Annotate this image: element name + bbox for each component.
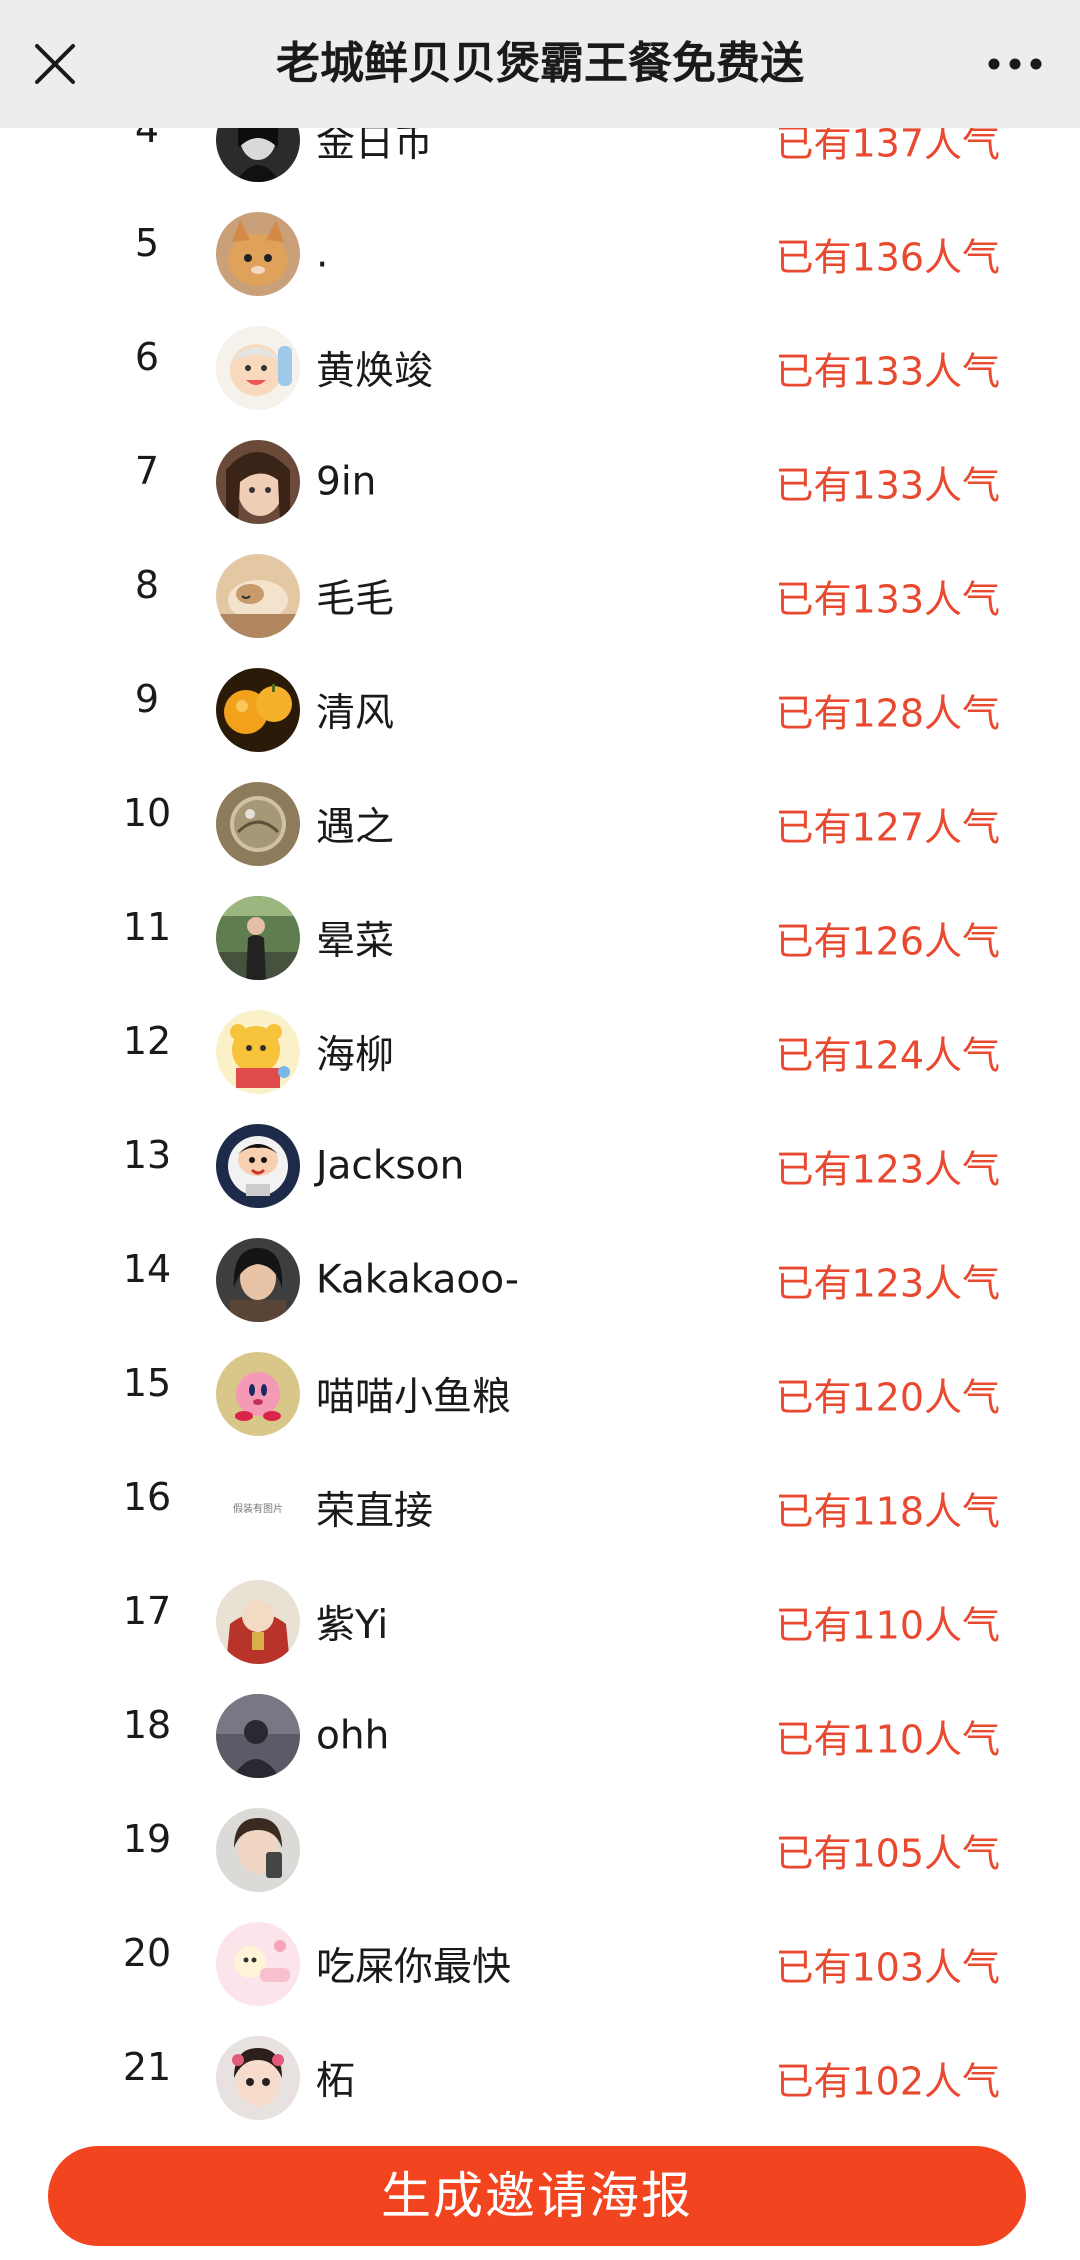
user-name: 清风 bbox=[316, 691, 395, 736]
more-icon bbox=[988, 58, 1042, 70]
popularity-count: 已有123人气 bbox=[775, 1147, 1000, 1192]
popularity-count: 已有133人气 bbox=[775, 577, 1000, 622]
ranking-row[interactable]: 18 ohh 已有110人气 bbox=[0, 1679, 1080, 1793]
ranking-row[interactable]: 9 清风 已有128人气 bbox=[0, 653, 1080, 767]
rank-number: 13 bbox=[122, 1133, 172, 1177]
rank-number: 5 bbox=[134, 221, 160, 265]
rank-number: 20 bbox=[122, 1931, 172, 1975]
popularity-count: 已有133人气 bbox=[775, 349, 1000, 394]
silhouette-avatar[interactable] bbox=[216, 1694, 300, 1778]
woman-avatar[interactable] bbox=[216, 1238, 300, 1322]
popularity-count: 已有110人气 bbox=[775, 1603, 1000, 1648]
popularity-count: 已有123人气 bbox=[775, 1261, 1000, 1306]
rank-number: 19 bbox=[122, 1817, 172, 1861]
popularity-count: 已有124人气 bbox=[775, 1033, 1000, 1078]
popularity-count: 已有110人气 bbox=[775, 1717, 1000, 1762]
outdoor-person-avatar[interactable] bbox=[216, 896, 300, 980]
rank-number: 9 bbox=[134, 677, 160, 721]
user-name: 荣直接 bbox=[316, 1489, 434, 1534]
user-name: 柘 bbox=[316, 2059, 356, 2104]
placeholder-avatar[interactable]: 假装有图片 bbox=[216, 1466, 300, 1550]
rank-number: 8 bbox=[134, 563, 160, 607]
page-title: 老城鲜贝贝煲霸王餐免费送 bbox=[276, 38, 804, 89]
rank-number: 18 bbox=[122, 1703, 172, 1747]
user-name: 海柳 bbox=[316, 1033, 395, 1078]
rank-number: 16 bbox=[122, 1475, 172, 1519]
navbar: 老城鲜贝贝煲霸王餐免费送 bbox=[0, 0, 1080, 128]
rank-number: 17 bbox=[122, 1589, 172, 1633]
ranking-row[interactable]: 21 柘 已有102人气 bbox=[0, 2021, 1080, 2135]
selfie-avatar[interactable] bbox=[216, 1808, 300, 1892]
ranking-row[interactable]: 5. 已有136人气 bbox=[0, 197, 1080, 311]
anime-character-avatar[interactable] bbox=[216, 1580, 300, 1664]
ranking-row[interactable]: 12 海柳 已有124人气 bbox=[0, 995, 1080, 1109]
user-name: 毛毛 bbox=[316, 577, 395, 622]
cat-sleeping-avatar[interactable] bbox=[216, 554, 300, 638]
user-name: 遇之 bbox=[316, 805, 395, 850]
rank-number: 11 bbox=[122, 905, 172, 949]
cartoon-bear-avatar[interactable] bbox=[216, 1010, 300, 1094]
popularity-count: 已有118人气 bbox=[775, 1489, 1000, 1534]
user-name: 吃屎你最快 bbox=[316, 1945, 512, 1990]
popularity-count: 已有128人气 bbox=[775, 691, 1000, 736]
ranking-row[interactable]: 17 紫Yi 已有110人气 bbox=[0, 1565, 1080, 1679]
popularity-count: 已有136人气 bbox=[775, 235, 1000, 280]
ranking-row[interactable]: 16 假装有图片 荣直接 已有118人气 bbox=[0, 1451, 1080, 1565]
popularity-count: 已有133人气 bbox=[775, 463, 1000, 508]
popularity-count: 已有126人气 bbox=[775, 919, 1000, 964]
rank-number: 21 bbox=[122, 2045, 172, 2089]
glass-ball-avatar[interactable] bbox=[216, 782, 300, 866]
ranking-row[interactable]: 8 毛毛 已有133人气 bbox=[0, 539, 1080, 653]
popularity-count: 已有120人气 bbox=[775, 1375, 1000, 1420]
rank-number: 14 bbox=[122, 1247, 172, 1291]
ranking-row[interactable]: 15 喵喵小鱼粮 已有120人气 bbox=[0, 1337, 1080, 1451]
ranking-row[interactable]: 11 晕菜 已有126人气 bbox=[0, 881, 1080, 995]
girl-avatar[interactable] bbox=[216, 440, 300, 524]
ranking-row[interactable]: 19 已有105人气 bbox=[0, 1793, 1080, 1907]
more-button[interactable] bbox=[970, 24, 1060, 104]
rank-number: 15 bbox=[122, 1361, 172, 1405]
ranking-row[interactable]: 10 遇之 已有127人气 bbox=[0, 767, 1080, 881]
close-icon bbox=[35, 44, 75, 84]
popularity-count: 已有102人气 bbox=[775, 2059, 1000, 2104]
rank-number: 10 bbox=[122, 791, 172, 835]
page: 4 金日币 已有137人气 5. 已有136人气 6 黄焕竣 已有133人气 7 9in 已有133… bbox=[0, 0, 1080, 2260]
cartoon-astronaut-avatar[interactable] bbox=[216, 1124, 300, 1208]
rank-number: 6 bbox=[134, 335, 160, 379]
pink-cartoon-avatar[interactable] bbox=[216, 1922, 300, 2006]
ranking-row[interactable]: 13 Jackson 已有123人气 bbox=[0, 1109, 1080, 1223]
ranking-row[interactable]: 20 吃屎你最快 已有103人气 bbox=[0, 1907, 1080, 2021]
pink-kirby-avatar[interactable] bbox=[216, 1352, 300, 1436]
baby-girl-avatar[interactable] bbox=[216, 2036, 300, 2120]
cat-avatar[interactable] bbox=[216, 212, 300, 296]
rank-number: 7 bbox=[134, 449, 160, 493]
user-name: Jackson bbox=[316, 1143, 465, 1189]
user-name: Kakakaoo- bbox=[316, 1257, 519, 1303]
popularity-count: 已有105人气 bbox=[775, 1831, 1000, 1876]
ranking-row[interactable]: 6 黄焕竣 已有133人气 bbox=[0, 311, 1080, 425]
user-name: 紫Yi bbox=[316, 1603, 389, 1648]
generate-poster-button[interactable]: 生成邀请海报 bbox=[48, 2146, 1026, 2246]
user-name: ohh bbox=[316, 1713, 390, 1759]
orange-fruit-avatar[interactable] bbox=[216, 668, 300, 752]
user-name: . bbox=[316, 231, 329, 277]
popularity-count: 已有103人气 bbox=[775, 1945, 1000, 1990]
popularity-count: 已有127人气 bbox=[775, 805, 1000, 850]
user-name: 9in bbox=[316, 459, 377, 505]
close-button[interactable] bbox=[20, 24, 90, 104]
user-name: 喵喵小鱼粮 bbox=[316, 1375, 512, 1420]
cartoon-baby-avatar[interactable] bbox=[216, 326, 300, 410]
ranking-row[interactable]: 14 Kakakaoo- 已有123人气 bbox=[0, 1223, 1080, 1337]
user-name: 晕菜 bbox=[316, 919, 395, 964]
svg-text:假装有图片: 假装有图片 bbox=[233, 1502, 283, 1515]
ranking-row[interactable]: 7 9in 已有133人气 bbox=[0, 425, 1080, 539]
rank-number: 12 bbox=[122, 1019, 172, 1063]
user-name: 黄焕竣 bbox=[316, 349, 434, 394]
